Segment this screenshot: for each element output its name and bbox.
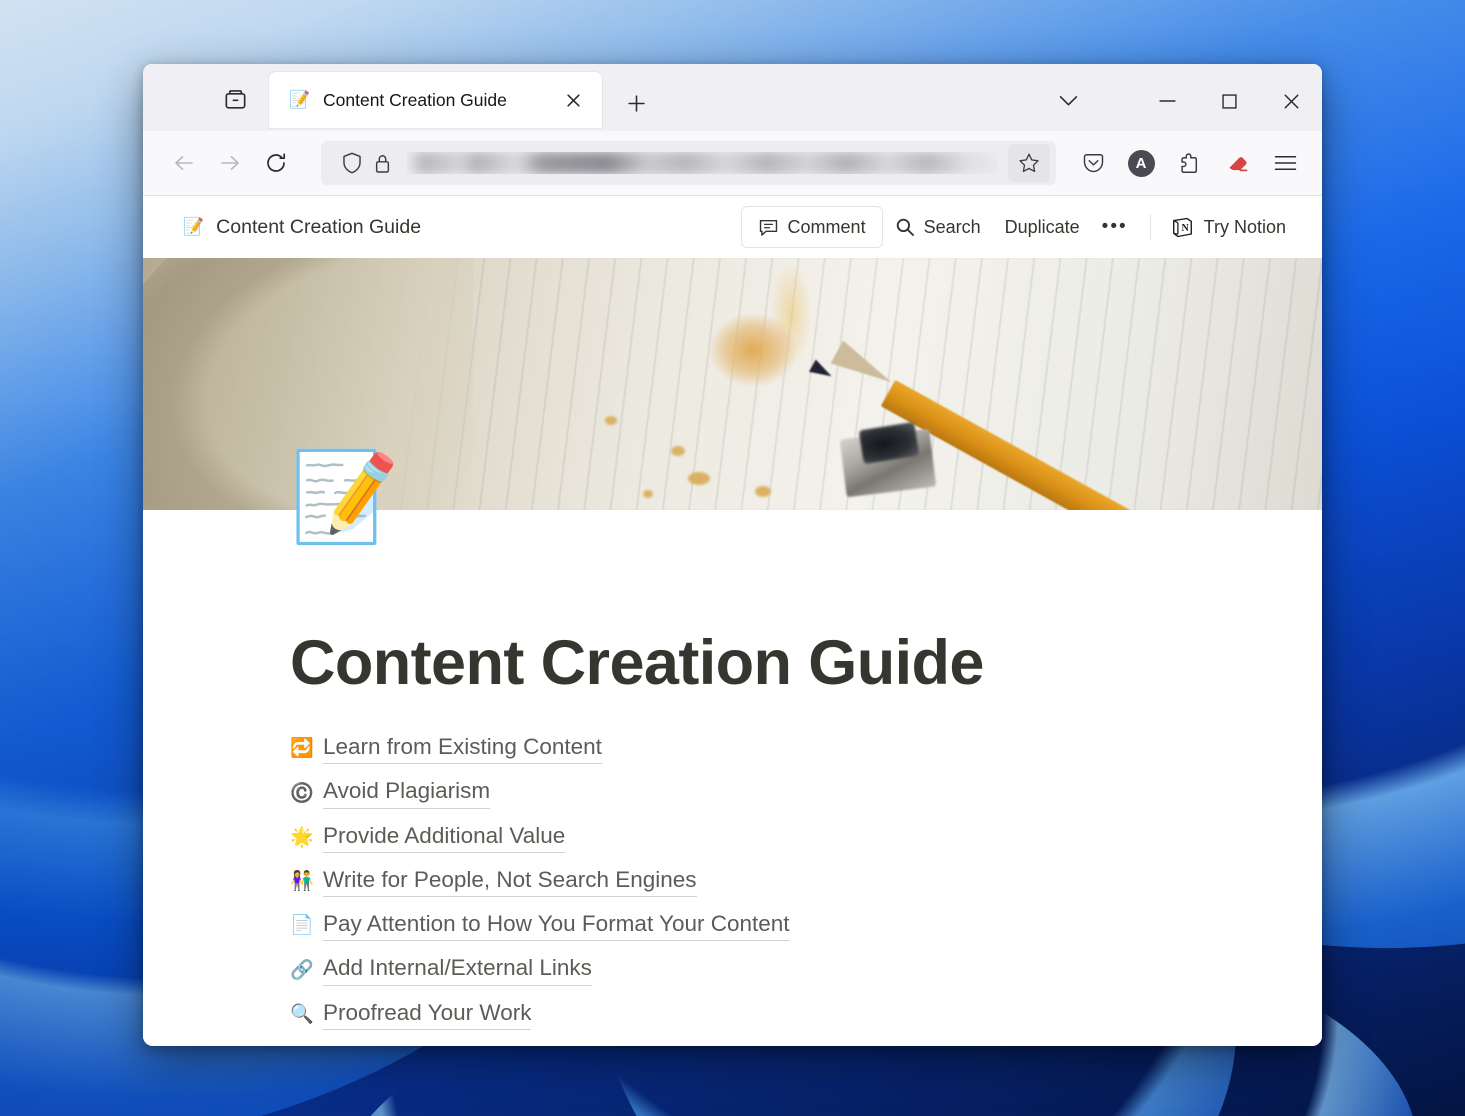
toc-link[interactable]: 🔁 Learn from Existing Content: [290, 732, 602, 764]
browser-navigation-bar: A: [143, 131, 1322, 196]
toc-link-label: Avoid Plagiarism: [323, 776, 490, 808]
window-maximize-button[interactable]: [1198, 77, 1260, 125]
toc-emoji-icon: 🔍: [290, 1002, 313, 1026]
comment-label: Comment: [788, 217, 866, 238]
pocket-icon[interactable]: [1070, 140, 1116, 186]
page-viewport: 📝 Content Creation Guide Comment: [143, 196, 1322, 1046]
table-of-contents: 🔁 Learn from Existing Content ©️ Avoid Plag…: [290, 732, 1322, 1042]
eraser-icon[interactable]: [1214, 140, 1260, 186]
account-avatar[interactable]: A: [1118, 140, 1164, 186]
toc-emoji-icon: 🔁: [290, 736, 313, 760]
toc-link[interactable]: 👫 Write for People, Not Search Engines: [290, 865, 697, 897]
cover-shaving-crumb: [688, 472, 710, 485]
page-emoji-icon[interactable]: 📝: [290, 448, 388, 546]
toc-link-label: Pay Attention to How You Format Your Con…: [323, 909, 790, 941]
shield-icon[interactable]: [337, 152, 367, 174]
toc-link[interactable]: ©️ Avoid Plagiarism: [290, 776, 490, 808]
cover-shaving-crumb: [755, 486, 771, 497]
address-bar[interactable]: [321, 141, 1056, 185]
try-notion-button[interactable]: N Try Notion: [1163, 207, 1294, 247]
toc-link-label: Write for People, Not Search Engines: [323, 865, 697, 897]
list-all-tabs-icon[interactable]: [211, 75, 259, 123]
toc-link-label: Add Internal/External Links: [323, 953, 592, 985]
breadcrumb-title: Content Creation Guide: [216, 216, 421, 239]
comment-button[interactable]: Comment: [741, 206, 883, 248]
toc-link[interactable]: 🌟 Provide Additional Value: [290, 821, 565, 853]
cover-shaving-crumb: [643, 490, 653, 498]
toc-emoji-icon: 👫: [290, 869, 313, 893]
browser-window: 📝 Content Creation Guide: [143, 64, 1322, 1046]
search-button[interactable]: Search: [883, 207, 993, 247]
comment-bubble-icon: [758, 217, 779, 238]
toolbar-divider: [1150, 214, 1151, 240]
bookmark-star-icon[interactable]: [1008, 144, 1050, 182]
toc-link[interactable]: 🔗 Add Internal/External Links: [290, 953, 592, 985]
desktop-wallpaper: 📝 Content Creation Guide: [0, 0, 1465, 1116]
padlock-icon[interactable]: [367, 153, 397, 174]
more-options-button[interactable]: •••: [1092, 216, 1138, 238]
search-icon: [895, 217, 915, 237]
cover-shaving-crumb: [671, 446, 685, 456]
new-tab-button[interactable]: [614, 81, 658, 125]
toc-emoji-icon: 📄: [290, 913, 313, 937]
tab-strip: 📝 Content Creation Guide: [143, 64, 1322, 131]
app-menu-icon[interactable]: [1262, 140, 1308, 186]
memo-icon: 📝: [183, 217, 204, 237]
tab-title: Content Creation Guide: [323, 90, 558, 111]
close-tab-icon[interactable]: [558, 85, 588, 115]
try-notion-label: Try Notion: [1204, 217, 1286, 238]
window-minimize-button[interactable]: [1136, 77, 1198, 125]
chevron-down-icon[interactable]: [1040, 77, 1096, 125]
duplicate-button[interactable]: Duplicate: [993, 207, 1092, 247]
notion-breadcrumb[interactable]: 📝 Content Creation Guide: [183, 216, 741, 239]
window-close-button[interactable]: [1260, 77, 1322, 125]
page-content: Content Creation Guide 🔁 Learn from Exist…: [143, 510, 1322, 1042]
notion-page-body: 📝 Content Creation Guide 🔁Learn from Exi…: [143, 510, 1322, 1042]
toc-link-label: Learn from Existing Content: [323, 732, 602, 764]
toc-emoji-icon: 🌟: [290, 825, 313, 849]
back-button[interactable]: [161, 140, 207, 186]
duplicate-label: Duplicate: [1005, 217, 1080, 238]
memo-icon: 📝: [289, 89, 311, 111]
search-label: Search: [924, 217, 981, 238]
toc-emoji-icon: 🔗: [290, 958, 313, 982]
toc-emoji-icon: ©️: [290, 781, 313, 805]
notion-logo-icon: N: [1171, 216, 1194, 239]
svg-text:N: N: [1181, 223, 1189, 234]
reload-button[interactable]: [253, 140, 299, 186]
toc-link-label: Provide Additional Value: [323, 821, 565, 853]
extensions-icon[interactable]: [1166, 140, 1212, 186]
avatar-initial: A: [1128, 150, 1155, 177]
notion-top-bar: 📝 Content Creation Guide Comment: [143, 196, 1322, 258]
cover-shaving-crumb: [605, 416, 617, 425]
toc-link[interactable]: 🔍 Proofread Your Work: [290, 998, 531, 1030]
browser-tab-content-creation-guide[interactable]: 📝 Content Creation Guide: [269, 72, 602, 128]
toc-link-label: Proofread Your Work: [323, 998, 531, 1030]
forward-button[interactable]: [207, 140, 253, 186]
page-title[interactable]: Content Creation Guide: [290, 630, 1322, 696]
address-bar-url-redacted[interactable]: [407, 152, 998, 174]
toc-link[interactable]: 📄 Pay Attention to How You Format Your Co…: [290, 909, 790, 941]
